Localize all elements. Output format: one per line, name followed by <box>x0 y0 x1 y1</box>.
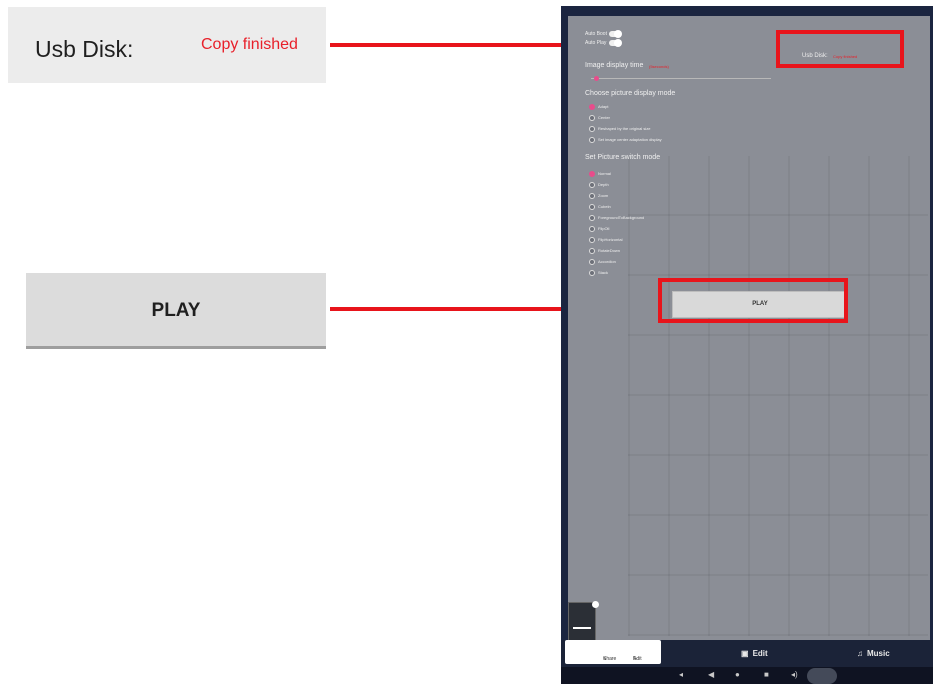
image-display-time-label: Image display time <box>585 62 644 69</box>
play-highlight-box <box>658 278 848 323</box>
display-mode-label: Set image center adaptation display <box>598 137 662 142</box>
switch-mode-label: RotateDown <box>598 248 621 253</box>
edit-tab[interactable]: ▣ Edit <box>741 649 768 658</box>
system-nav-bar: ◂ ◀ ● ■ ◂) <box>561 667 933 684</box>
share-label: Share <box>603 656 617 662</box>
music-icon: ♫ <box>857 649 863 658</box>
switch-mode-title: Set Picture switch mode <box>585 154 661 161</box>
radio-icon <box>589 126 595 132</box>
recents-icon[interactable]: ■ <box>764 670 769 679</box>
music-tab[interactable]: ♫ Music <box>857 649 890 658</box>
radio-icon <box>589 171 595 177</box>
share-edit-popup: < Share ✎ Edit <box>565 640 661 664</box>
radio-icon <box>589 137 595 143</box>
switch-mode-label: Zoom <box>598 193 609 198</box>
switch-mode-label: FlipHorizontal <box>598 237 623 242</box>
switch-mode-label: Cubeln <box>598 204 611 209</box>
settings-panel: Auto Boot Auto Play Image display time (… <box>568 16 930 640</box>
radio-icon <box>589 259 595 265</box>
play-button-callout[interactable]: PLAY <box>26 273 326 349</box>
radio-icon <box>589 182 595 188</box>
display-time-slider-knob[interactable] <box>594 76 599 81</box>
image-display-time-value: (5seconds) <box>649 64 669 69</box>
image-icon: ▣ <box>741 649 749 658</box>
display-time-slider[interactable] <box>591 78 771 79</box>
home-icon[interactable]: ● <box>735 670 740 679</box>
camera-icon[interactable] <box>807 668 837 684</box>
auto-boot-toggle[interactable] <box>609 30 622 38</box>
radio-icon <box>589 248 595 254</box>
radio-icon <box>589 204 595 210</box>
switch-mode-label: ForegroundToBackground <box>598 215 645 220</box>
play-label: PLAY <box>151 300 201 321</box>
display-mode-label: Center <box>598 115 611 120</box>
radio-icon <box>589 237 595 243</box>
auto-play-label: Auto Play <box>585 40 607 46</box>
usb-highlight-box <box>776 30 904 68</box>
switch-mode-label: FlipOll <box>598 226 610 231</box>
device-screenshot: Auto Boot Auto Play Image display time (… <box>561 6 933 684</box>
switch-mode-label: Stack <box>598 270 609 275</box>
radio-icon <box>589 104 595 110</box>
display-mode-label: Reshaped by the original size <box>598 126 651 131</box>
close-icon[interactable] <box>592 601 599 608</box>
auto-play-toggle[interactable] <box>609 39 622 47</box>
back-icon[interactable]: ◀ <box>708 670 714 679</box>
volume-up-icon[interactable]: ◂) <box>791 670 798 679</box>
display-mode-label: Adapt <box>598 104 609 109</box>
display-mode-title: Choose picture display mode <box>585 90 676 97</box>
auto-boot-label: Auto Boot <box>585 31 607 37</box>
radio-icon <box>589 115 595 121</box>
radio-icon <box>589 226 595 232</box>
music-tab-label: Music <box>867 649 890 658</box>
volume-down-icon[interactable]: ◂ <box>679 670 683 679</box>
edit-tab-label: Edit <box>752 649 768 658</box>
switch-mode-label: Accordion <box>598 259 616 264</box>
popup-edit-label: Edit <box>633 656 642 662</box>
radio-icon <box>589 270 595 276</box>
radio-icon <box>589 215 595 221</box>
switch-mode-label: Normal <box>598 171 611 176</box>
usb-disk-callout: Usb Disk: Copy finished <box>8 7 326 83</box>
usb-disk-label: Usb Disk: <box>35 36 134 62</box>
radio-icon <box>589 193 595 199</box>
copy-status-text: Copy finished <box>201 36 298 53</box>
stage: Usb Disk: Copy finished PLAY Auto Boot A… <box>0 0 933 684</box>
switch-mode-label: Depth <box>598 182 609 187</box>
background-image <box>628 156 928 636</box>
